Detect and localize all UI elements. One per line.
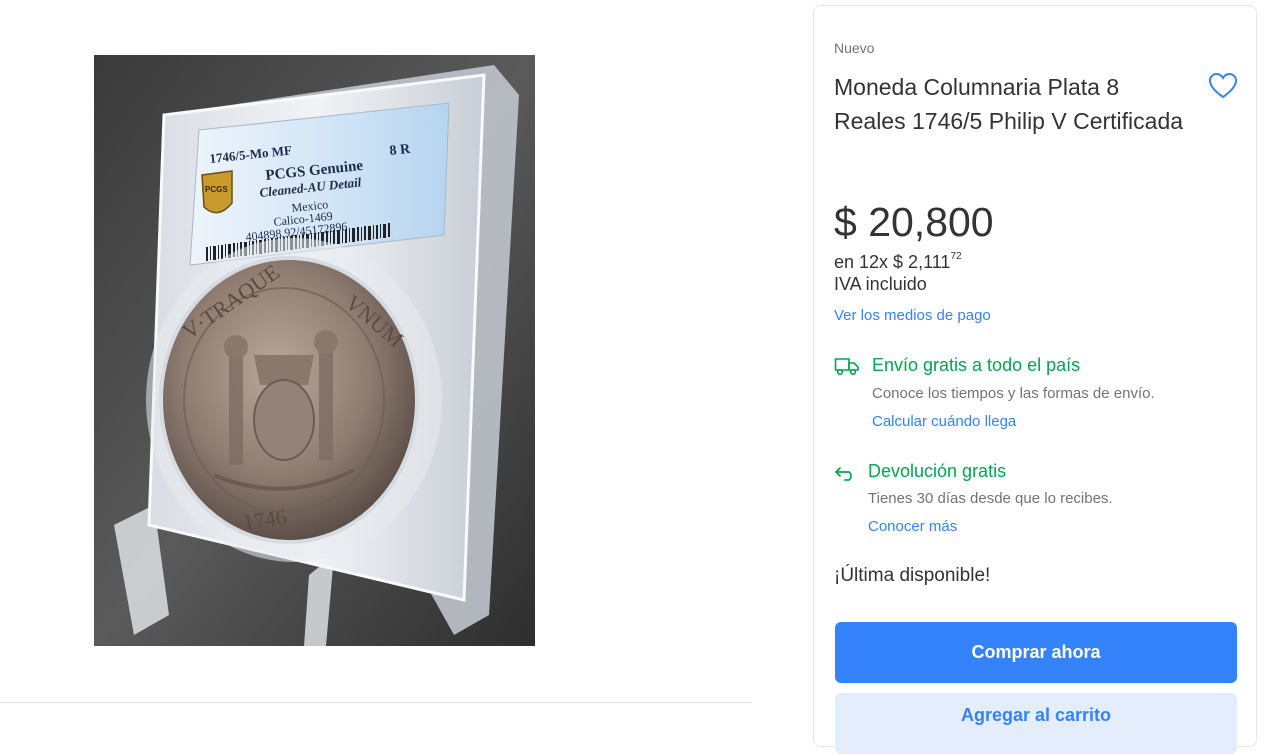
payment-methods-link[interactable]: Ver los medios de pago <box>834 307 991 324</box>
shipping-title: Envío gratis a todo el país <box>872 355 1081 375</box>
installments-amount: en 12x $ 2,111 <box>834 252 951 272</box>
coin-slab-image: 1746/5-Mo MF 8 R PCGS Genuine Cleaned-AU… <box>94 55 535 646</box>
favorite-button[interactable] <box>1208 72 1238 100</box>
returns-title: Devolución gratis <box>868 461 1007 481</box>
shipping-calculate-link[interactable]: Calcular cuándo llega <box>872 413 1016 430</box>
product-gallery: 1746/5-Mo MF 8 R PCGS Genuine Cleaned-AU… <box>0 0 755 720</box>
purchase-panel: Nuevo Moneda Columnaria Plata 8 Reales 1… <box>813 5 1257 754</box>
return-arrow-icon <box>834 464 856 482</box>
svg-text:PCGS: PCGS <box>205 185 228 194</box>
tax-note: IVA incluido <box>834 274 927 294</box>
installments-cents: 72 <box>950 251 962 262</box>
product-condition: Nuevo <box>834 40 875 56</box>
shipping-description: Conoce los tiempos y las formas de envío… <box>872 385 1155 402</box>
svg-text:8 R: 8 R <box>389 142 412 159</box>
add-to-cart-label: Agregar al carrito <box>960 704 1112 725</box>
stock-status: ¡Última disponible! <box>834 565 991 586</box>
product-photo[interactable]: 1746/5-Mo MF 8 R PCGS Genuine Cleaned-AU… <box>94 55 535 646</box>
product-price: $ 20,800 <box>834 199 994 245</box>
installments-text: en 12x $ 2,11172 <box>834 251 962 273</box>
gallery-divider <box>0 702 752 703</box>
product-title: Moneda Columnaria Plata 8 Reales 1746/5 … <box>834 74 1184 134</box>
add-to-cart-button[interactable]: Agregar al carrito <box>835 693 1237 754</box>
buy-now-button[interactable]: Comprar ahora <box>835 622 1237 683</box>
truck-icon <box>834 356 860 376</box>
returns-description: Tienes 30 días desde que lo recibes. <box>868 490 1113 507</box>
returns-learn-more-link[interactable]: Conocer más <box>868 518 957 535</box>
heart-icon <box>1208 72 1238 99</box>
